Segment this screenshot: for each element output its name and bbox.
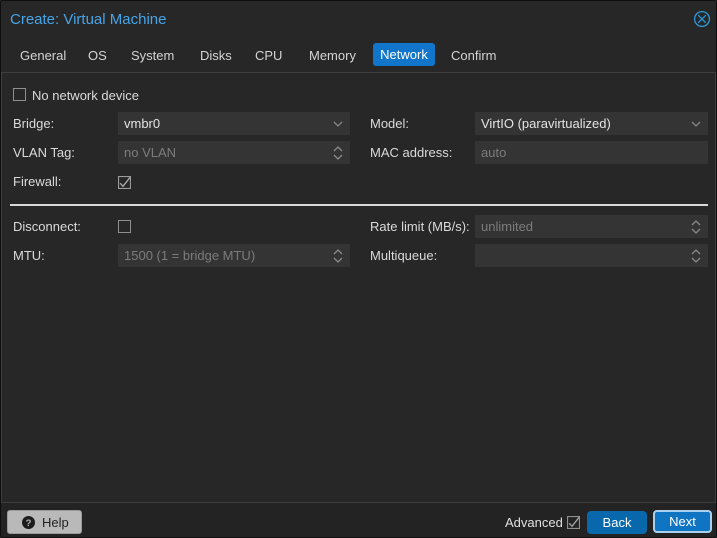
svg-text:?: ? xyxy=(26,518,32,529)
